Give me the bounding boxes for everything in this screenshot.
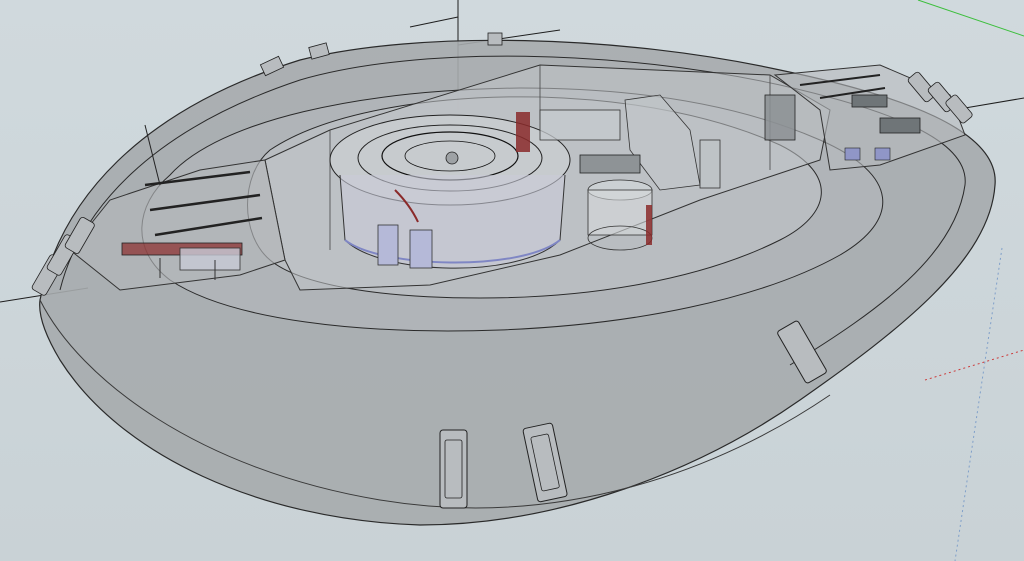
red-axis-dotted xyxy=(924,349,1024,381)
wing-seat-b[interactable] xyxy=(874,147,891,161)
green-axis-line xyxy=(917,0,1024,37)
modeling-viewport[interactable] xyxy=(0,0,1024,561)
axis-diag-a xyxy=(409,16,459,28)
center-chair[interactable] xyxy=(445,151,459,165)
red-pillar xyxy=(516,112,530,152)
hatch-top-3[interactable] xyxy=(487,32,503,46)
ring-door-right[interactable] xyxy=(409,229,433,269)
left-console[interactable] xyxy=(179,247,241,271)
scene-canvas[interactable] xyxy=(0,0,1024,561)
wing-seat-a[interactable] xyxy=(844,147,861,161)
cylinder-red-strip xyxy=(646,205,652,245)
wing-desk[interactable] xyxy=(879,117,921,134)
ring-door-left[interactable] xyxy=(377,224,399,266)
wall-panel-right xyxy=(699,139,721,189)
black-axis-line-right xyxy=(964,97,1024,109)
wing-cabinet[interactable] xyxy=(764,94,796,141)
cylinder-body xyxy=(587,189,653,236)
hatch-front-left[interactable] xyxy=(439,429,468,509)
command-ring[interactable] xyxy=(329,112,571,269)
console-desk[interactable] xyxy=(579,154,641,174)
cabinet-block[interactable] xyxy=(539,109,621,141)
blue-axis-dotted xyxy=(954,247,1003,561)
wing-monitor[interactable] xyxy=(851,94,888,108)
